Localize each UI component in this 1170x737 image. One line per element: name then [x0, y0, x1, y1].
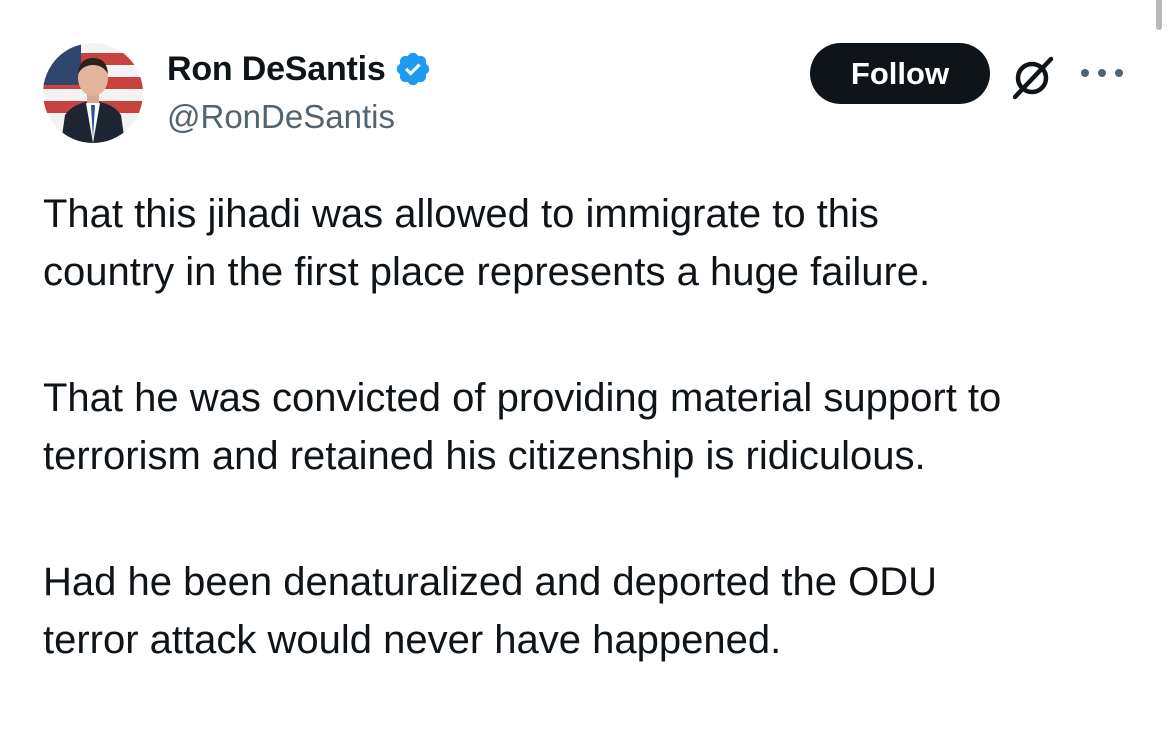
tweet-paragraph: Had he been denaturalized and deported t… — [43, 560, 937, 662]
name-row: Ron DeSantis — [167, 48, 432, 90]
tweet-paragraph: That this jihadi was allowed to immigrat… — [43, 192, 931, 294]
scroll-indicator[interactable] — [1156, 0, 1162, 30]
profile-photo-icon — [43, 43, 143, 143]
verified-badge-icon[interactable] — [394, 50, 432, 88]
tweet-header: Ron DeSantis @RonDeSantis Follow — [43, 40, 1130, 150]
display-name[interactable]: Ron DeSantis — [167, 50, 386, 89]
avatar[interactable] — [43, 43, 143, 143]
tweet-text: That this jihadi was allowed to immigrat… — [43, 185, 1140, 737]
grok-icon[interactable] — [1009, 53, 1057, 101]
tweet-paragraph: That he was convicted of providing mater… — [43, 376, 1002, 478]
follow-button[interactable]: Follow — [810, 43, 990, 104]
author-identity: Ron DeSantis @RonDeSantis — [167, 48, 432, 136]
more-options-icon[interactable] — [1079, 66, 1125, 80]
author-handle[interactable]: @RonDeSantis — [167, 98, 432, 136]
